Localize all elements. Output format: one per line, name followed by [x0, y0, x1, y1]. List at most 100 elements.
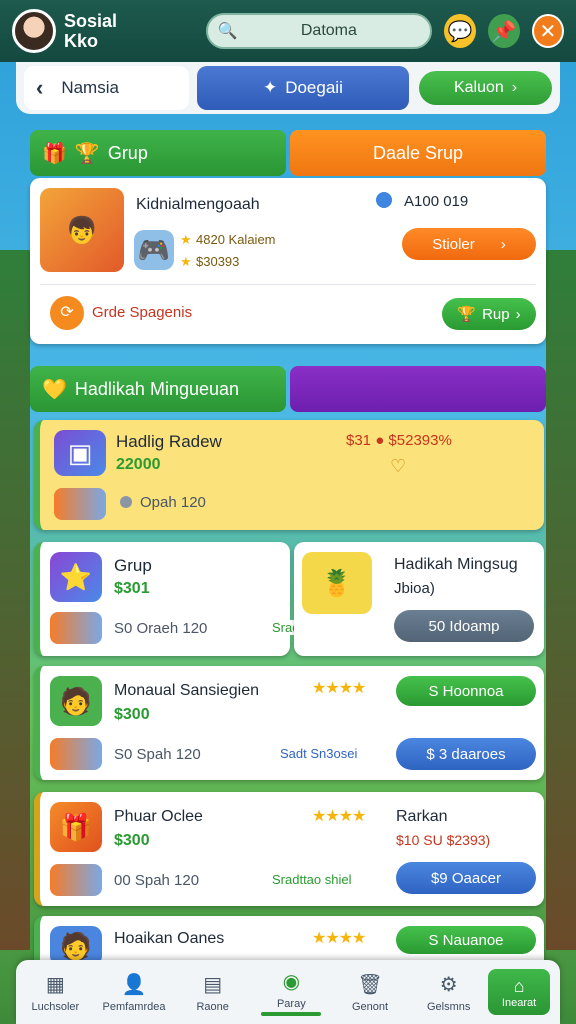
- house-icon: ⌂: [513, 975, 525, 996]
- weekly-card-button-label: 50 Idoamp: [428, 617, 500, 635]
- scenery-right: [546, 250, 576, 950]
- group-tab[interactable]: 🎁 🏆 Grup: [30, 130, 286, 176]
- highlight-price: $31 ● $52393%: [346, 432, 452, 449]
- featured-title: Kidnialmengoaah: [136, 196, 260, 213]
- chevron-right-icon: ›: [511, 79, 518, 96]
- nav-item-inearat[interactable]: ⌂ Inearat: [488, 969, 551, 1015]
- section-group-header: 🎁 🏆 Grup Daale Srup: [30, 130, 546, 176]
- nav-item-genont[interactable]: 🗑 Genont: [331, 960, 410, 1024]
- mini-game-icons: [50, 612, 102, 644]
- tab-back-label: Namsia: [61, 78, 119, 97]
- person-icon: 🧑: [50, 676, 102, 726]
- row-b-card[interactable]: 🧑 Monaual Sansiegien $300 ★★★★ S Hoonnoa…: [34, 666, 544, 780]
- nav-item-luchsoler[interactable]: ▦ Luchsoler: [16, 960, 95, 1024]
- row-c-link[interactable]: Sradttao shiel: [272, 872, 352, 887]
- clock-icon: [120, 496, 132, 508]
- avatar[interactable]: [12, 9, 56, 53]
- info-dot-icon: [376, 192, 392, 208]
- weekly-card-title: Hadikah Mingsug: [394, 556, 518, 573]
- row-b-button-2[interactable]: $ 3 daaroes: [396, 738, 536, 770]
- row-d-button[interactable]: S Nauanoe: [396, 926, 536, 954]
- app-title: Sosial Kko: [64, 11, 158, 51]
- heart-icon[interactable]: ♡: [390, 456, 406, 477]
- weekly-card-subtitle: Jbioa): [394, 580, 435, 597]
- rating-stars-icon: ★★★★: [312, 808, 366, 825]
- search-icon: 🔍: [217, 23, 238, 40]
- nav-label: Gelsmns: [426, 1000, 471, 1013]
- weekly-tab-label: Hadlikah Mingueuan: [74, 378, 240, 399]
- nav-item-gelsmns[interactable]: ⚙ Gelsmns: [409, 960, 488, 1024]
- user-icon: 👤: [121, 973, 147, 996]
- featured-rating1: 4820 Kalaiem: [196, 232, 276, 247]
- highlight-title: Hadlig Radew: [116, 432, 222, 451]
- tab-middle[interactable]: ✦ Doegaii: [196, 66, 410, 110]
- section-weekly-header: 💛 Hadlikah Mingueuan: [30, 366, 546, 412]
- highlight-value: 22000: [116, 456, 161, 473]
- pin-icon[interactable]: 📌: [488, 14, 520, 48]
- nav-item-raone[interactable]: ▤ Raone: [173, 960, 252, 1024]
- stioler-label: Stioler: [432, 235, 475, 253]
- rup-button[interactable]: 🏆 Rup ›: [442, 298, 536, 330]
- mini-game-icons: [50, 738, 102, 770]
- row-b-price: $300: [114, 706, 150, 723]
- row-b-button-1[interactable]: S Hoonnoa: [396, 676, 536, 706]
- app-title-line2: Kko: [64, 31, 99, 51]
- featured-info: A100 019: [404, 193, 469, 210]
- nav-label: Pemfamrdea: [102, 1000, 166, 1013]
- daale-grup-label: Daale Srup: [372, 142, 464, 163]
- chevron-right-icon: ›: [515, 305, 521, 323]
- app-title-line1: Sosial: [64, 11, 118, 31]
- highlight-card[interactable]: ▣ Hadlig Radew 22000 $31 ● $52393% ♡ Opa…: [34, 420, 544, 530]
- grup-card[interactable]: ⭐ Grup $301 S0 Oraeh 120: [34, 542, 290, 656]
- coin-icon: ⟳: [50, 296, 84, 330]
- row-c-card[interactable]: 🎁 Phuar Oclee $300 ★★★★ Rarkan $10 SU $2…: [34, 792, 544, 906]
- heart-icon: 💛: [42, 378, 67, 401]
- chat-icon[interactable]: 💬: [444, 14, 477, 48]
- search-input[interactable]: 🔍 Datoma: [205, 13, 433, 49]
- gift-icon: 🎁: [42, 142, 67, 165]
- row-b-button-1-label: S Hoonnoa: [428, 682, 504, 700]
- divider: [40, 284, 536, 285]
- row-b-link[interactable]: Sadt Sn3osei: [280, 746, 357, 761]
- rating-stars-icon: ★★★★: [312, 680, 366, 697]
- row-d-button-label: S Nauanoe: [428, 931, 504, 949]
- mini-game-icons: [54, 488, 106, 520]
- mini-game-icons: [50, 864, 102, 896]
- row-b-button-2-label: $ 3 daaroes: [426, 745, 506, 763]
- group-tab-label: Grup: [107, 142, 148, 163]
- trophy-icon: 🏆: [74, 142, 100, 165]
- row-c-button[interactable]: $9 Oaacer: [396, 862, 536, 894]
- star-icon-2: ★: [180, 254, 192, 269]
- nav-item-paray[interactable]: ◉ Paray: [252, 960, 331, 1024]
- grup-card-price: $301: [114, 580, 150, 597]
- tab-bar: ‹ Namsia ✦ Doegaii Kaluon ›: [16, 62, 560, 114]
- photo-icon: ▣: [54, 430, 106, 476]
- daale-grup-tab[interactable]: Daale Srup: [290, 130, 546, 176]
- nav-last-label: Inearat: [501, 996, 537, 1009]
- featured-thumbnail: 👦: [40, 188, 124, 272]
- nav-label: Raone: [196, 1000, 229, 1013]
- tab-middle-label: Doegaii: [285, 78, 343, 97]
- nav-label: Genont: [351, 1000, 389, 1013]
- scenery-left: [0, 250, 30, 950]
- highlight-meta: Opah 120: [140, 494, 206, 511]
- cards-icon: ▤: [203, 973, 223, 996]
- active-indicator: [261, 1011, 322, 1016]
- stioler-button[interactable]: Stioler ›: [402, 228, 536, 260]
- tab-back[interactable]: ‹ Namsia: [24, 66, 189, 110]
- close-icon[interactable]: ✕: [531, 14, 564, 48]
- row-c-side-title: Rarkan: [396, 808, 448, 825]
- weekly-tab[interactable]: 💛 Hadlikah Mingueuan: [30, 366, 286, 412]
- row-b-meta: S0 Spah 120: [114, 746, 201, 763]
- bottom-nav: ▦ Luchsoler 👤 Pemfamrdea ▤ Raone ◉ Paray…: [16, 960, 560, 1024]
- chevron-left-icon: ‹: [36, 75, 44, 100]
- tab-right[interactable]: Kaluon ›: [419, 71, 552, 105]
- row-c-side-price: $10 SU $2393): [396, 832, 491, 848]
- row-b-title: Monaual Sansiegien: [114, 682, 259, 699]
- nav-label: Paray: [276, 997, 306, 1010]
- weekly-card[interactable]: 🍍 Hadikah Mingsug Jbioa) 50 Idoamp: [294, 542, 544, 656]
- grup-card-title: Grup: [114, 556, 152, 575]
- purple-tab[interactable]: [290, 366, 546, 412]
- weekly-card-button[interactable]: 50 Idoamp: [394, 610, 534, 642]
- nav-item-pemfamrdea[interactable]: 👤 Pemfamrdea: [95, 960, 174, 1024]
